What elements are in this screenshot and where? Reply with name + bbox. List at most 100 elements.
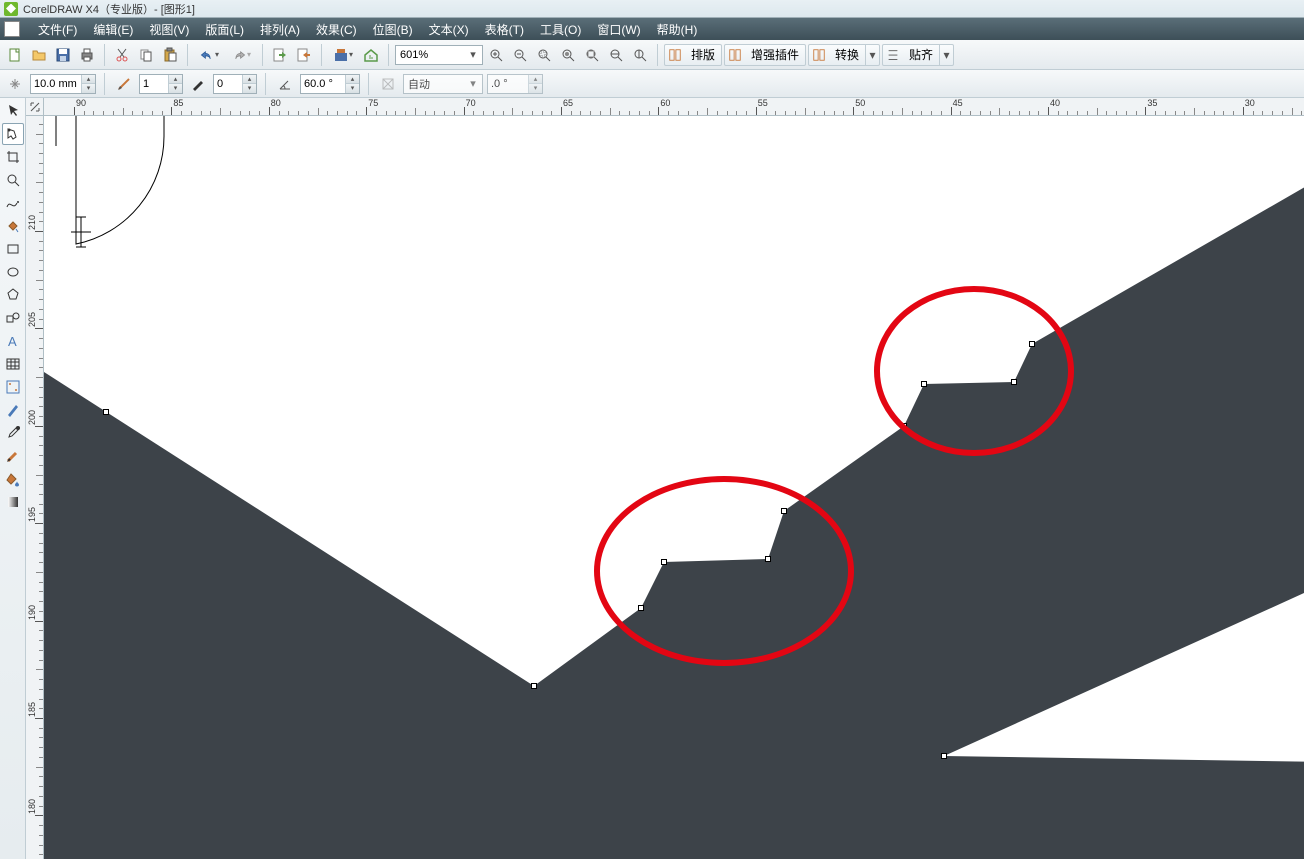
menu-window[interactable]: 窗口(W) <box>589 18 648 40</box>
eyedropper-tool[interactable] <box>2 422 24 444</box>
outline-width-input[interactable]: ▴▾ <box>139 74 183 94</box>
zoom-page-button[interactable] <box>581 44 603 66</box>
toolbar-separator <box>104 44 105 66</box>
toolbar-separator <box>262 44 263 66</box>
svg-text:A: A <box>8 334 17 349</box>
ellipse-tool[interactable] <box>2 261 24 283</box>
redo-button[interactable]: ▾ <box>226 44 256 66</box>
toolbar-separator <box>388 44 389 66</box>
drawing-canvas[interactable] <box>44 116 1304 859</box>
menu-file[interactable]: 文件(F) <box>30 18 85 40</box>
node[interactable] <box>941 753 947 759</box>
menu-help[interactable]: 帮助(H) <box>649 18 706 40</box>
menu-arrange[interactable]: 排列(A) <box>252 18 308 40</box>
angle-input[interactable]: ▴▾ <box>300 74 360 94</box>
pen-value-input[interactable]: ▴▾ <box>213 74 257 94</box>
layout-button[interactable]: 排版 <box>664 44 722 66</box>
menu-effects[interactable]: 效果(C) <box>308 18 365 40</box>
zoom-selection-button[interactable] <box>533 44 555 66</box>
vertical-ruler[interactable]: 210205200195190185180 <box>26 116 44 859</box>
undo-button[interactable]: ▾ <box>194 44 224 66</box>
layout-icon <box>665 45 685 65</box>
convert-icon <box>809 45 829 65</box>
standard-toolbar: ▾ ▾ ▾ 601% ▾ 排版 增强插件 转换 ▾ 贴齐 ▾ <box>0 40 1304 70</box>
align-icon <box>883 45 903 65</box>
zoom-all-button[interactable] <box>557 44 579 66</box>
angle-icon <box>274 73 296 95</box>
menu-view[interactable]: 视图(V) <box>141 18 197 40</box>
basic-shapes-tool[interactable] <box>2 307 24 329</box>
text-tool[interactable]: A <box>2 330 24 352</box>
horizontal-ruler[interactable]: 90858075706560555045403530 <box>44 98 1304 116</box>
zoom-out-button[interactable] <box>509 44 531 66</box>
save-button[interactable] <box>52 44 74 66</box>
node[interactable] <box>103 409 109 415</box>
menu-table[interactable]: 表格(T) <box>477 18 532 40</box>
menu-edit[interactable]: 编辑(E) <box>85 18 141 40</box>
table-tool[interactable] <box>2 353 24 375</box>
rectangle-tool[interactable] <box>2 238 24 260</box>
cut-button[interactable] <box>111 44 133 66</box>
open-button[interactable] <box>28 44 50 66</box>
annotation-circle <box>594 476 854 666</box>
chevron-down-icon: ▾ <box>865 45 879 65</box>
nudge-icon <box>4 73 26 95</box>
smart-fill-tool[interactable] <box>2 215 24 237</box>
dimension-tool[interactable] <box>2 376 24 398</box>
document-icon <box>4 21 20 37</box>
node[interactable] <box>531 683 537 689</box>
fill-type-icon <box>377 73 399 95</box>
ruler-origin[interactable] <box>26 98 44 116</box>
menu-bitmap[interactable]: 位图(B) <box>365 18 421 40</box>
pick-tool[interactable] <box>2 100 24 122</box>
property-bar: ▴▾ ▴▾ ▴▾ ▴▾ 自动 ▾ ▴▾ <box>0 70 1304 98</box>
menu-text[interactable]: 文本(X) <box>421 18 477 40</box>
welcome-button[interactable] <box>360 44 382 66</box>
plugin-button[interactable]: 增强插件 <box>724 44 806 66</box>
freehand-tool[interactable] <box>2 192 24 214</box>
export-button[interactable] <box>293 44 315 66</box>
annotation-circle <box>874 286 1074 456</box>
import-button[interactable] <box>269 44 291 66</box>
convert-button[interactable]: 转换 ▾ <box>808 44 880 66</box>
print-button[interactable] <box>76 44 98 66</box>
copy-button[interactable] <box>135 44 157 66</box>
zoom-combo[interactable]: 601% ▾ <box>395 45 483 65</box>
fill-combo[interactable]: 自动 ▾ <box>403 74 483 94</box>
paste-button[interactable] <box>159 44 181 66</box>
toolbar-separator <box>657 44 658 66</box>
text-cursor-icon <box>66 212 96 252</box>
canvas-area: 90858075706560555045403530 2102052001951… <box>26 98 1304 859</box>
outline-tool[interactable] <box>2 445 24 467</box>
zoom-tool[interactable] <box>2 169 24 191</box>
rotate-input[interactable]: ▴▾ <box>487 74 543 94</box>
spin-up[interactable]: ▴ <box>81 75 95 84</box>
toolbar-separator <box>187 44 188 66</box>
spin-down[interactable]: ▾ <box>81 84 95 93</box>
zoom-in-button[interactable] <box>485 44 507 66</box>
shape-tool[interactable] <box>2 123 24 145</box>
work-area: A 90858075706560555045403530 21020520019… <box>0 98 1304 859</box>
nudge-input[interactable]: ▴▾ <box>30 74 96 94</box>
align-button[interactable]: 贴齐 ▾ <box>882 44 954 66</box>
new-button[interactable] <box>4 44 26 66</box>
app-icon <box>4 2 18 16</box>
pen-icon <box>187 73 209 95</box>
toolbox: A <box>0 98 26 859</box>
zoom-height-button[interactable] <box>629 44 651 66</box>
outline-icon <box>113 73 135 95</box>
chevron-down-icon: ▾ <box>466 46 480 64</box>
title-bar: CorelDRAW X4（专业版）- [图形1] <box>0 0 1304 18</box>
window-title: CorelDRAW X4（专业版）- [图形1] <box>23 1 195 17</box>
polygon-tool[interactable] <box>2 284 24 306</box>
zoom-value: 601% <box>400 49 466 61</box>
plugin-icon <box>725 45 745 65</box>
zoom-width-button[interactable] <box>605 44 627 66</box>
app-launcher-button[interactable]: ▾ <box>328 44 358 66</box>
interactive-fill-tool[interactable] <box>2 491 24 513</box>
crop-tool[interactable] <box>2 146 24 168</box>
menu-tools[interactable]: 工具(O) <box>532 18 589 40</box>
fill-tool[interactable] <box>2 468 24 490</box>
menu-layout[interactable]: 版面(L) <box>197 18 252 40</box>
interactive-tool[interactable] <box>2 399 24 421</box>
